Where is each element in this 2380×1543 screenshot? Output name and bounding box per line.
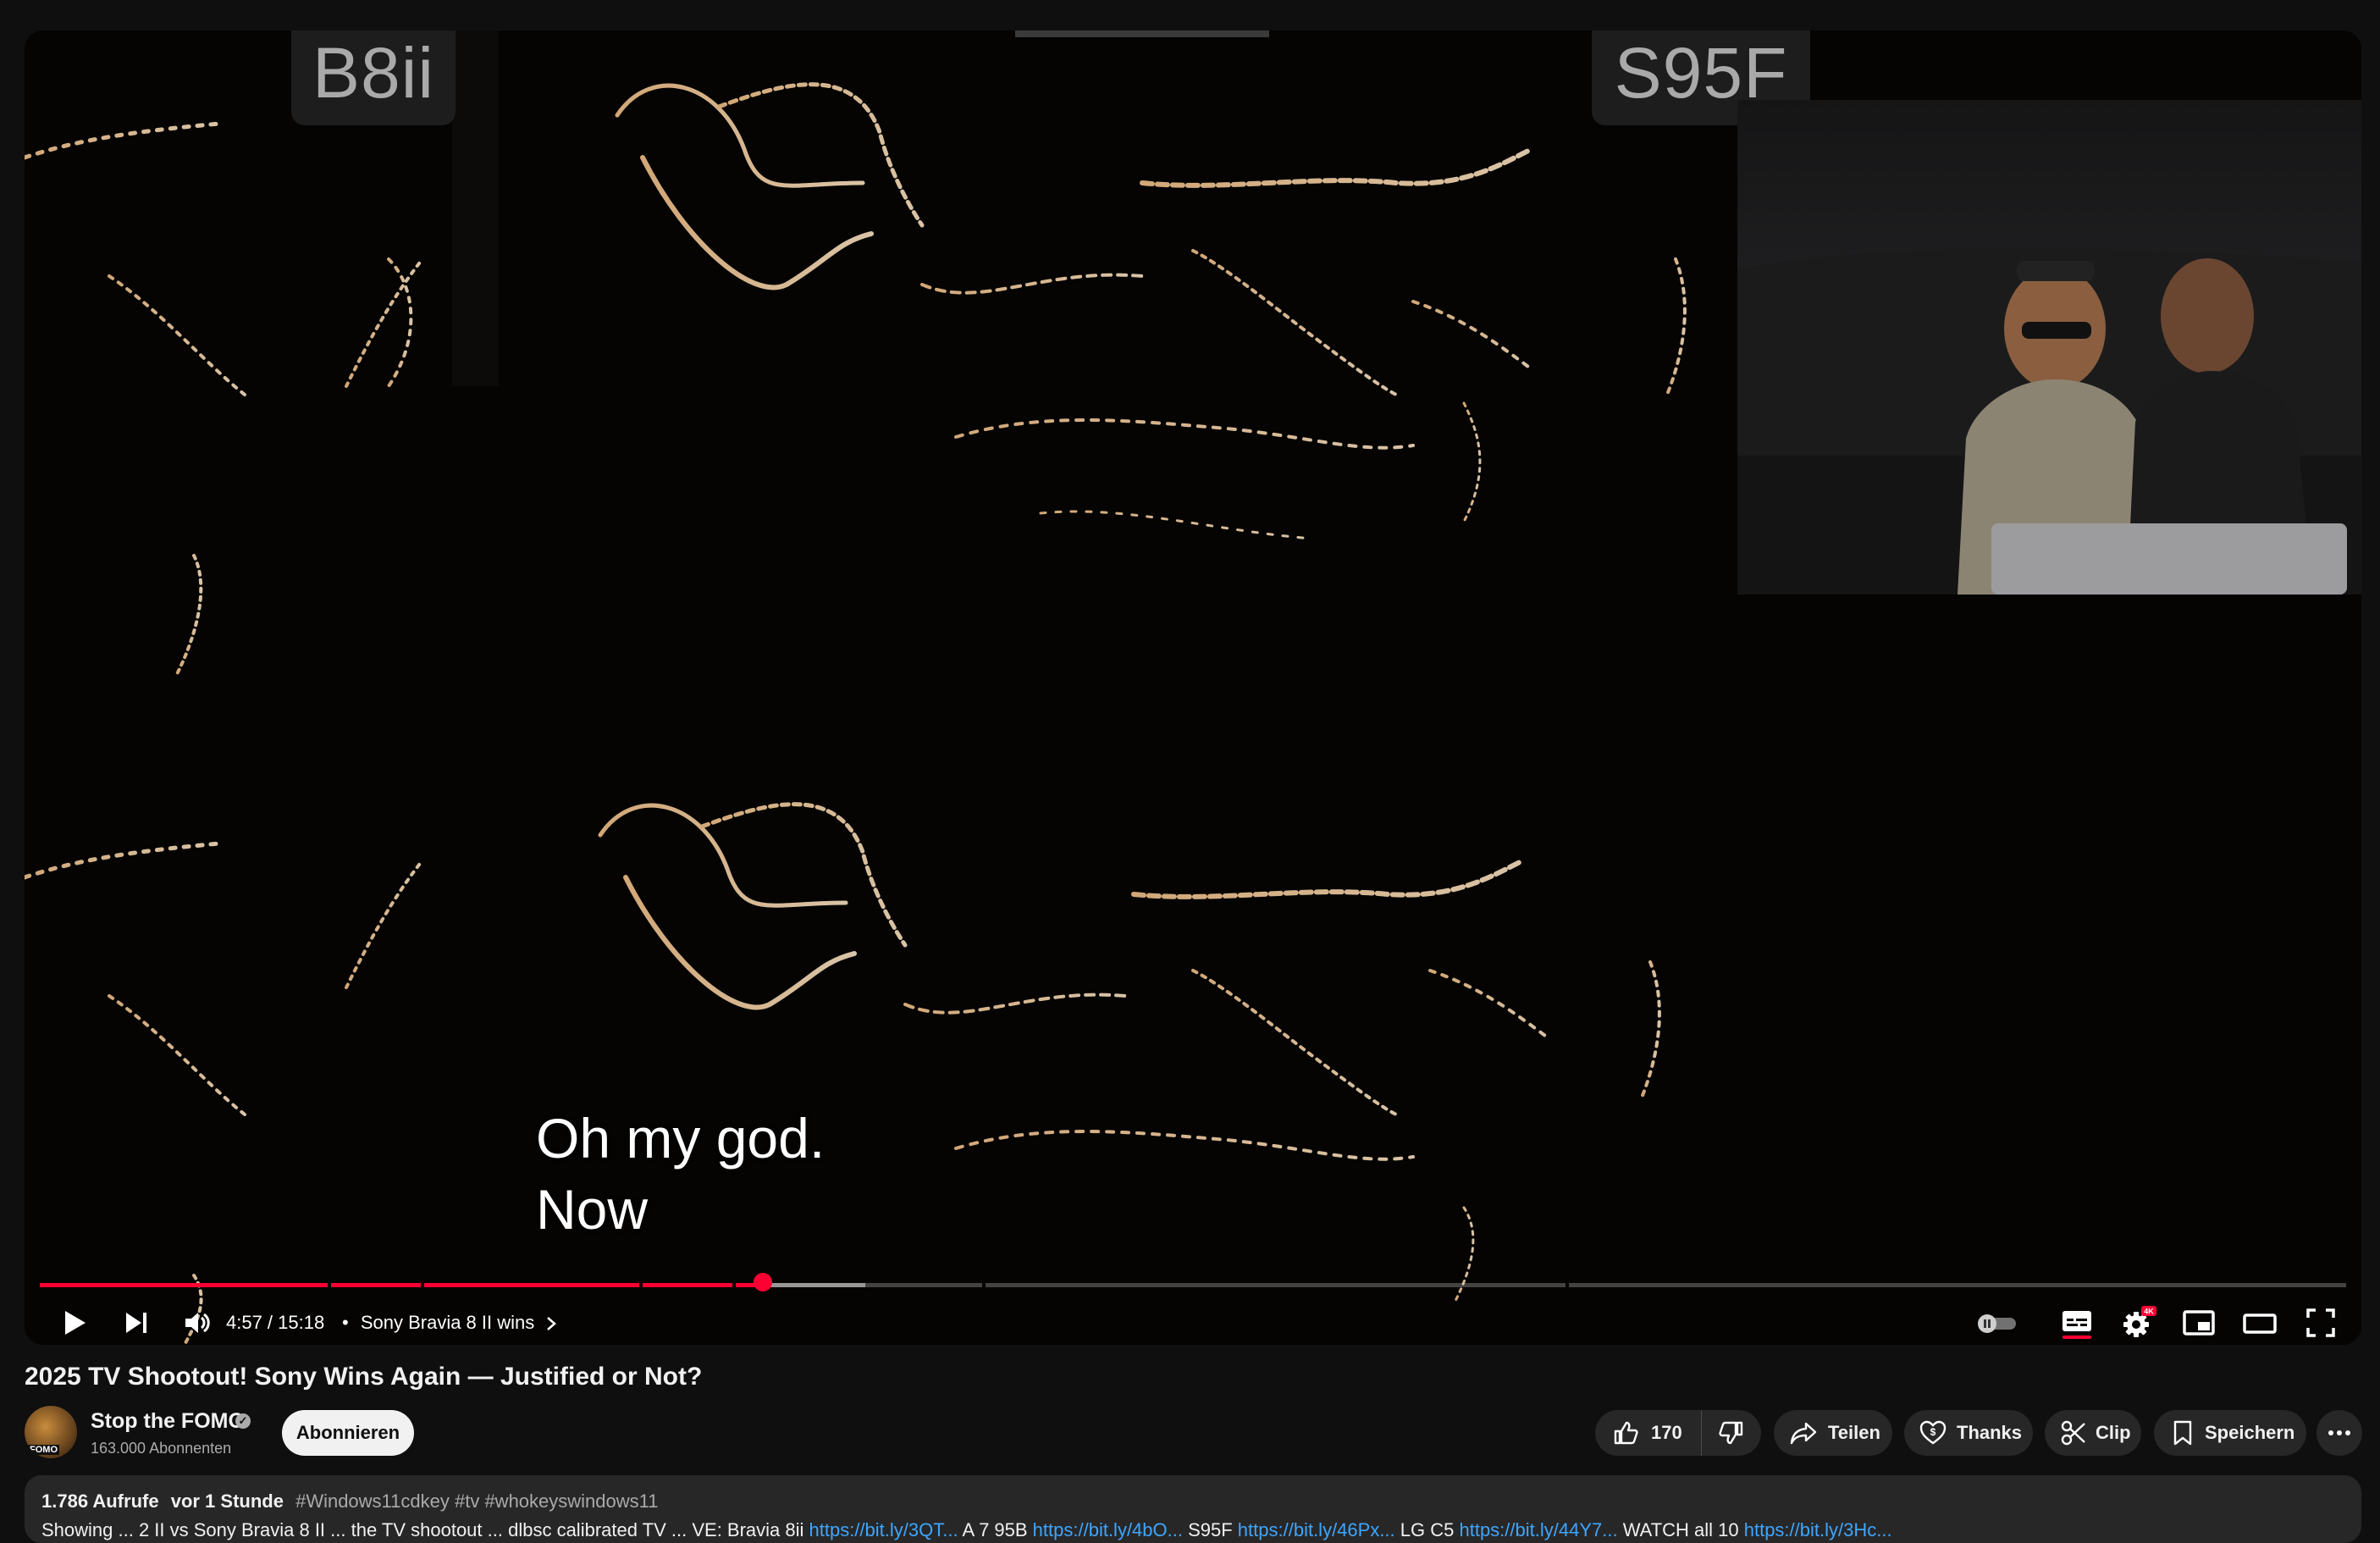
chapter-marker — [1565, 1283, 1569, 1287]
volume-button[interactable] — [174, 1301, 221, 1345]
description-box[interactable]: 1.786 Aufrufe vor 1 Stunde #Windows11cdk… — [25, 1475, 2361, 1543]
skip-next-icon — [126, 1313, 146, 1333]
chevron-right-icon — [547, 1317, 557, 1330]
like-dislike-group: 170 — [1595, 1410, 1761, 1456]
description-text-line: Showing ... 2 II vs Sony Bravia 8 II ...… — [41, 1519, 1892, 1541]
theater-mode-button[interactable] — [2236, 1301, 2283, 1345]
autoplay-toggle[interactable] — [1972, 1301, 2023, 1345]
description-link[interactable]: https://bit.ly/4bO... — [1033, 1519, 1183, 1540]
subscribe-button[interactable]: Abonnieren — [282, 1410, 414, 1456]
hosts-on-couch-image — [1737, 249, 2361, 595]
description-text: S95F — [1182, 1519, 1238, 1540]
description-text: Showing ... 2 II vs Sony Bravia 8 II ...… — [41, 1519, 809, 1540]
picture-in-picture-hosts — [1737, 100, 2361, 595]
more-horizontal-icon — [2328, 1430, 2350, 1435]
thanks-label: Thanks — [1957, 1422, 2023, 1443]
progress-played — [40, 1283, 764, 1287]
subtitles-icon — [2062, 1311, 2091, 1339]
chapter-marker — [982, 1283, 986, 1287]
caption-line-2: Now — [536, 1178, 649, 1241]
save-button[interactable]: Speichern — [2154, 1410, 2306, 1456]
caption-line-1: Oh my god. — [536, 1107, 826, 1170]
dislike-button[interactable] — [1702, 1410, 1761, 1456]
chapter-marker — [328, 1283, 331, 1287]
settings-button[interactable]: 4K — [2114, 1301, 2162, 1345]
description-link[interactable]: https://bit.ly/3QT... — [809, 1519, 958, 1540]
autoplay-toggle-icon — [1978, 1314, 2016, 1333]
subtitle-captions: Oh my god. Now — [536, 1103, 825, 1245]
progress-bar[interactable] — [40, 1283, 2346, 1287]
upload-age: vor 1 Stunde — [170, 1490, 284, 1512]
channel-name[interactable]: Stop the FOMO — [91, 1409, 245, 1434]
play-button[interactable] — [50, 1301, 97, 1345]
save-label: Speichern — [2205, 1422, 2295, 1443]
time-display: 4:57 / 15:18 — [226, 1312, 325, 1333]
share-button[interactable]: Teilen — [1774, 1410, 1892, 1456]
clip-button[interactable]: Clip — [2045, 1410, 2141, 1456]
chapter-marker — [421, 1283, 424, 1287]
video-player[interactable]: B8ii S95F Oh my god. Now 4:57 / 15:18 • … — [25, 30, 2361, 1345]
quality-badge: 4K — [2144, 1308, 2154, 1316]
description-text: A 7 95B — [958, 1519, 1033, 1540]
thanks-button[interactable]: $ Thanks — [1904, 1410, 2033, 1456]
clip-label: Clip — [2096, 1422, 2131, 1443]
fullscreen-button[interactable] — [2297, 1301, 2344, 1345]
thanks-heart-dollar-icon: $ — [1919, 1420, 1947, 1445]
subscriber-count: 163.000 Abonnenten — [91, 1440, 232, 1457]
fullscreen-icon — [2306, 1308, 2335, 1337]
share-label: Teilen — [1828, 1422, 1880, 1443]
description-link[interactable]: https://bit.ly/3Hc... — [1744, 1519, 1892, 1540]
next-button[interactable] — [113, 1301, 160, 1345]
miniplayer-button[interactable] — [2175, 1301, 2223, 1345]
chapter-title: Sony Bravia 8 II wins — [360, 1312, 535, 1333]
description-text: WATCH all 10 — [1617, 1519, 1744, 1540]
thumbs-down-icon — [1719, 1421, 1743, 1445]
view-count: 1.786 Aufrufe — [41, 1490, 159, 1512]
chapter-marker — [732, 1283, 736, 1287]
miniplayer-icon — [2183, 1310, 2215, 1336]
theater-mode-icon — [2243, 1313, 2277, 1334]
thumbs-up-icon — [1614, 1421, 1638, 1445]
description-link[interactable]: https://bit.ly/46Px... — [1238, 1519, 1395, 1540]
like-count: 170 — [1651, 1422, 1682, 1443]
hashtags[interactable]: #Windows11cdkey #tv #whokeyswindows11 — [295, 1490, 658, 1512]
description-link[interactable]: https://bit.ly/44Y7... — [1459, 1519, 1617, 1540]
volume-icon — [185, 1313, 210, 1333]
more-actions-button[interactable] — [2316, 1410, 2362, 1456]
gear-icon: 4K — [2123, 1306, 2156, 1337]
description-text: LG C5 — [1394, 1519, 1460, 1540]
share-icon — [1790, 1422, 1817, 1445]
description-meta: 1.786 Aufrufe vor 1 Stunde #Windows11cdk… — [41, 1490, 658, 1513]
chapter-separator: • — [342, 1312, 349, 1333]
like-button[interactable]: 170 — [1595, 1410, 1702, 1456]
verified-check-icon: ✓ — [235, 1413, 251, 1429]
subtitles-button[interactable] — [2053, 1301, 2101, 1345]
player-controls: 4:57 / 15:18 • Sony Bravia 8 II wins 4K — [25, 1301, 2361, 1345]
tv-label-left: B8ii — [291, 30, 456, 125]
scissors-icon — [2061, 1420, 2085, 1446]
chapter-button[interactable]: • Sony Bravia 8 II wins — [342, 1308, 558, 1338]
play-icon — [65, 1311, 86, 1335]
video-title: 2025 TV Shootout! Sony Wins Again — Just… — [25, 1363, 703, 1391]
chapter-marker — [639, 1283, 643, 1287]
channel-avatar[interactable]: FOMO — [25, 1406, 77, 1458]
svg-text:$: $ — [1930, 1426, 1936, 1438]
bookmark-icon — [2173, 1420, 2192, 1446]
avatar-text: FOMO — [28, 1445, 59, 1455]
